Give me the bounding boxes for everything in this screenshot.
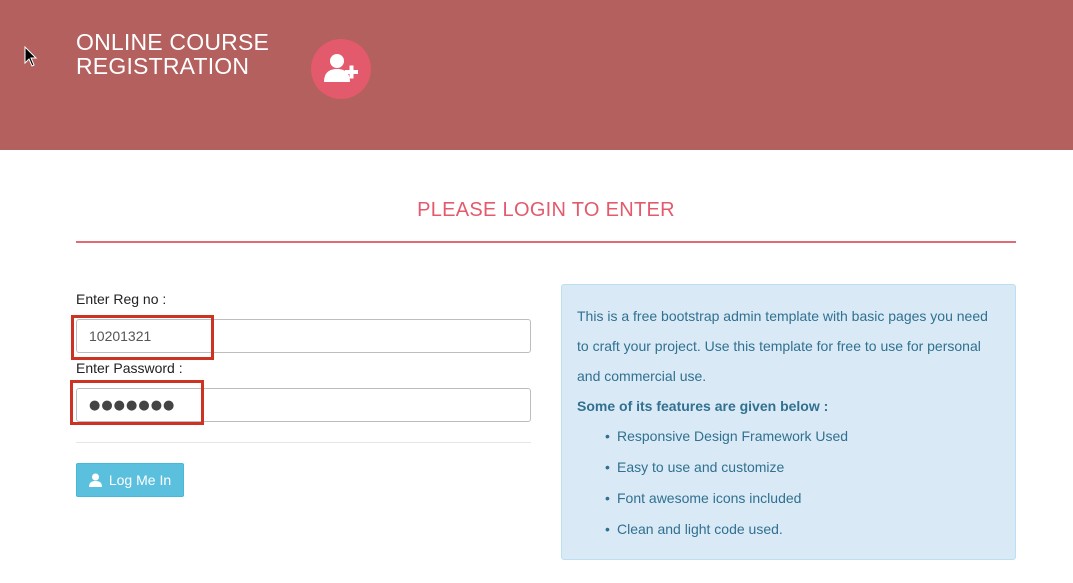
- password-input[interactable]: [76, 388, 531, 422]
- page-header: ONLINE COURSE REGISTRATION: [0, 0, 1073, 150]
- regno-label: Enter Reg no :: [76, 291, 167, 307]
- list-item: Responsive Design Framework Used: [605, 421, 1000, 452]
- heading-divider: [76, 241, 1016, 243]
- brand-title-line1: ONLINE COURSE: [76, 29, 270, 55]
- list-item: Clean and light code used.: [605, 514, 1000, 545]
- user-plus-icon: [324, 54, 358, 82]
- user-icon: [88, 473, 102, 487]
- list-item: Font awesome icons included: [605, 483, 1000, 514]
- password-label: Enter Password :: [76, 360, 183, 376]
- list-item: Easy to use and customize: [605, 452, 1000, 483]
- features-title: Some of its features are given below :: [577, 398, 829, 414]
- brand-title-line2: REGISTRATION: [76, 53, 250, 79]
- form-divider: [76, 442, 531, 443]
- mouse-cursor-icon: [24, 46, 38, 67]
- login-button-label: Log Me In: [108, 472, 172, 488]
- logo-badge: [311, 39, 371, 99]
- login-button[interactable]: Log Me In: [76, 463, 184, 497]
- page-title: PLEASE LOGIN TO ENTER: [417, 199, 675, 221]
- brand-title[interactable]: ONLINE COURSE REGISTRATION: [76, 30, 296, 78]
- info-panel: This is a free bootstrap admin template …: [561, 284, 1016, 560]
- features-list: Responsive Design Framework Used Easy to…: [605, 421, 1000, 545]
- regno-input[interactable]: [76, 319, 531, 353]
- info-description: This is a free bootstrap admin template …: [577, 308, 988, 384]
